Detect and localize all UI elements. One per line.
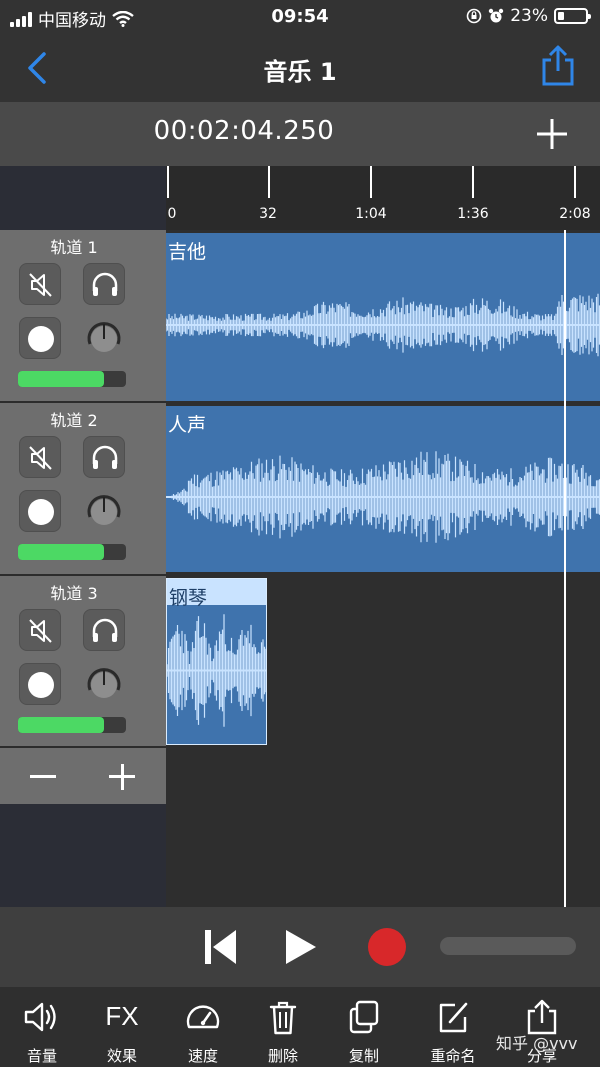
orientation-lock-icon (466, 8, 482, 24)
ruler-tick (268, 166, 270, 198)
playhead[interactable] (564, 230, 566, 907)
audio-clip-selected[interactable]: 钢琴 (166, 578, 267, 745)
headphones-icon (92, 272, 118, 296)
tool-label: 重命名 (430, 1047, 476, 1065)
waveform (167, 614, 266, 727)
add-track-plus-icon[interactable] (534, 116, 570, 152)
record-arm-button[interactable] (19, 317, 61, 359)
time-bar: 00:02:04.250 (0, 102, 600, 166)
ruler-label: 32 (259, 206, 277, 222)
edit-icon (439, 1002, 468, 1033)
timeline-area[interactable]: 吉他 人声 钢琴 (166, 230, 600, 907)
volume-slider[interactable] (18, 544, 126, 560)
ruler-label: 1:36 (457, 206, 489, 222)
ruler-tick (167, 166, 169, 198)
playback-progress-bar[interactable] (440, 937, 576, 955)
volume-slider[interactable] (18, 717, 126, 733)
volume-tool-button[interactable]: 音量 (2, 987, 82, 1067)
tool-label: 复制 (348, 1047, 379, 1065)
track-add-remove-row (0, 748, 166, 804)
mute-button[interactable] (19, 609, 61, 651)
record-button[interactable] (366, 926, 408, 968)
track-name: 轨道 3 (50, 584, 98, 603)
record-icon (28, 326, 54, 352)
speaker-icon (24, 1002, 56, 1032)
timeline-ruler[interactable]: 0 32 1:04 1:36 2:08 (166, 166, 600, 230)
volume-fill (18, 544, 105, 560)
record-arm-button[interactable] (19, 490, 61, 532)
bottom-toolbar: 音量 FX 效果 速度 删除 复制 重命名 分享 (0, 987, 600, 1067)
ruler-spacer (0, 166, 166, 230)
rename-tool-button[interactable]: 重命名 (413, 987, 493, 1067)
skip-back-icon[interactable] (202, 927, 238, 967)
tool-label: 删除 (267, 1047, 298, 1065)
copy-tool-button[interactable]: 复制 (324, 987, 404, 1067)
fx-icon: FX (105, 1001, 139, 1031)
record-icon (28, 672, 54, 698)
pan-knob[interactable] (83, 663, 125, 705)
solo-button[interactable] (83, 436, 125, 478)
pan-knob[interactable] (83, 490, 125, 532)
trash-icon (269, 1001, 297, 1035)
nav-bar: 音乐 1 (0, 34, 600, 102)
track-controls-column: 轨道 1 轨道 2 轨道 3 (0, 230, 166, 907)
speedometer-icon (186, 1005, 220, 1029)
battery-fill (558, 12, 564, 20)
solo-button[interactable] (83, 609, 125, 651)
ruler-tick (574, 166, 576, 198)
timecode-display: 00:02:04.250 (153, 116, 335, 146)
share-icon[interactable] (538, 44, 578, 88)
ruler-label: 2:08 (559, 206, 591, 222)
play-icon[interactable] (282, 927, 318, 967)
track-name: 轨道 1 (50, 238, 98, 257)
status-right: 23% (466, 6, 591, 26)
headphones-icon (92, 445, 118, 469)
track-panel-1: 轨道 1 (0, 230, 166, 403)
record-arm-button[interactable] (19, 663, 61, 705)
speaker-muted-icon (29, 446, 52, 470)
solo-button[interactable] (83, 263, 125, 305)
plus-icon-stem (120, 763, 124, 790)
page-title: 音乐 1 (263, 58, 337, 86)
share-tool-button[interactable]: 分享 (502, 987, 582, 1067)
speaker-muted-icon (29, 619, 52, 643)
battery-percent: 23% (510, 6, 548, 26)
waveform (166, 451, 600, 543)
status-bar: 中国移动 09:54 23% (0, 0, 600, 34)
mute-button[interactable] (19, 263, 61, 305)
ruler-label: 1:04 (355, 206, 387, 222)
record-icon (28, 499, 54, 525)
ruler-tick (370, 166, 372, 198)
ruler-tick (472, 166, 474, 198)
headphones-icon (92, 618, 118, 642)
tool-label: 音量 (26, 1047, 57, 1065)
volume-fill (18, 371, 105, 387)
waveform (166, 293, 600, 357)
audio-clip[interactable]: 吉他 (166, 233, 600, 401)
effects-tool-button[interactable]: FX 效果 (82, 987, 162, 1067)
duplicate-icon (349, 1000, 379, 1034)
delete-tool-button[interactable]: 删除 (243, 987, 323, 1067)
battery-icon (554, 8, 591, 24)
track-name: 轨道 2 (50, 411, 98, 430)
mute-button[interactable] (19, 436, 61, 478)
speed-tool-button[interactable]: 速度 (163, 987, 243, 1067)
ruler-label: 0 (167, 206, 177, 222)
alarm-icon (489, 8, 504, 23)
watermark: 知乎 @vvv (496, 1034, 578, 1053)
remove-track-minus-icon[interactable] (30, 775, 56, 778)
tool-label: 效果 (106, 1047, 137, 1065)
speaker-muted-icon (29, 273, 52, 297)
tool-label: 速度 (187, 1047, 218, 1065)
track-panel-2: 轨道 2 (0, 403, 166, 576)
transport-bar (0, 907, 600, 987)
audio-clip[interactable]: 人声 (166, 406, 600, 572)
volume-slider[interactable] (18, 371, 126, 387)
track-panel-3: 轨道 3 (0, 576, 166, 748)
volume-fill (18, 717, 105, 733)
pan-knob[interactable] (83, 317, 125, 359)
